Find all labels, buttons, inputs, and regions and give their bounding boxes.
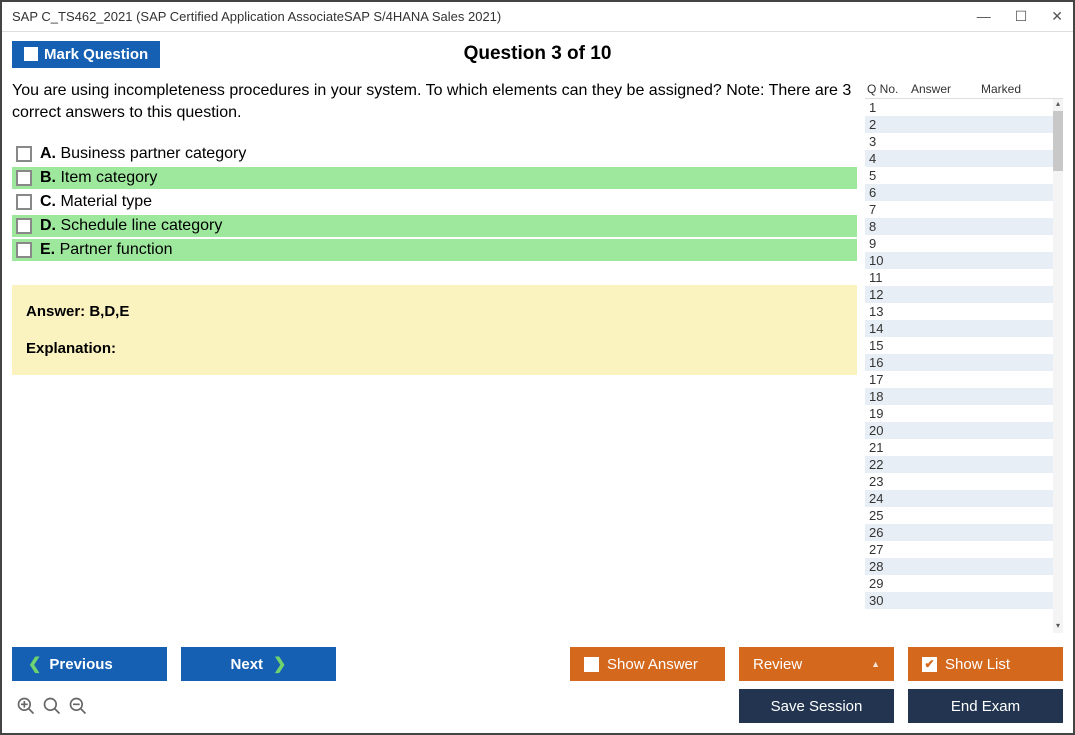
question-row[interactable]: 2 bbox=[865, 116, 1053, 133]
sidebar-list: 1234567891011121314151617181920212223242… bbox=[865, 98, 1063, 633]
question-row[interactable]: 24 bbox=[865, 490, 1053, 507]
checkbox-icon[interactable] bbox=[16, 242, 32, 258]
header-row: Mark Question Question 3 of 10 bbox=[12, 38, 1063, 70]
close-icon[interactable]: ✕ bbox=[1051, 8, 1063, 25]
question-text: You are using incompleteness procedures … bbox=[12, 80, 857, 125]
choice-d[interactable]: D. Schedule line category bbox=[12, 215, 857, 237]
choice-c[interactable]: C. Material type bbox=[12, 191, 857, 213]
explanation-label: Explanation: bbox=[26, 340, 843, 357]
col-answer: Answer bbox=[911, 82, 981, 96]
footer-row-1: ❮ Previous Next ❯ Show Answer Review ▲ ✔… bbox=[12, 647, 1063, 681]
question-row[interactable]: 26 bbox=[865, 524, 1053, 541]
choice-b[interactable]: B. Item category bbox=[12, 167, 857, 189]
checkbox-icon bbox=[584, 657, 599, 672]
review-label: Review bbox=[753, 656, 802, 673]
choice-label: D. Schedule line category bbox=[40, 217, 222, 235]
question-row[interactable]: 22 bbox=[865, 456, 1053, 473]
choice-a[interactable]: A. Business partner category bbox=[12, 143, 857, 165]
col-marked: Marked bbox=[981, 82, 1063, 96]
review-dropdown[interactable]: Review ▲ bbox=[739, 647, 894, 681]
previous-button[interactable]: ❮ Previous bbox=[12, 647, 167, 681]
question-row[interactable]: 27 bbox=[865, 541, 1053, 558]
save-session-button[interactable]: Save Session bbox=[739, 689, 894, 723]
question-row[interactable]: 15 bbox=[865, 337, 1053, 354]
choice-label: A. Business partner category bbox=[40, 145, 246, 163]
checkbox-icon[interactable] bbox=[16, 146, 32, 162]
zoom-out-icon[interactable] bbox=[68, 696, 88, 716]
dropdown-icon: ▲ bbox=[871, 659, 880, 669]
question-row[interactable]: 20 bbox=[865, 422, 1053, 439]
answer-panel: Answer: B,D,E Explanation: bbox=[12, 285, 857, 375]
minimize-icon[interactable]: ― bbox=[977, 8, 991, 25]
show-list-button[interactable]: ✔ Show List bbox=[908, 647, 1063, 681]
end-exam-button[interactable]: End Exam bbox=[908, 689, 1063, 723]
show-list-label: Show List bbox=[945, 656, 1010, 673]
question-row[interactable]: 3 bbox=[865, 133, 1053, 150]
footer-row-2: Save Session End Exam bbox=[12, 689, 1063, 723]
footer: ❮ Previous Next ❯ Show Answer Review ▲ ✔… bbox=[2, 643, 1073, 733]
question-row[interactable]: 11 bbox=[865, 269, 1053, 286]
previous-label: Previous bbox=[49, 656, 112, 673]
question-row[interactable]: 6 bbox=[865, 184, 1053, 201]
question-row[interactable]: 4 bbox=[865, 150, 1053, 167]
question-row[interactable]: 1 bbox=[865, 99, 1053, 116]
next-button[interactable]: Next ❯ bbox=[181, 647, 336, 681]
question-row[interactable]: 25 bbox=[865, 507, 1053, 524]
question-row[interactable]: 17 bbox=[865, 371, 1053, 388]
app-window: SAP C_TS462_2021 (SAP Certified Applicat… bbox=[0, 0, 1075, 735]
checkbox-icon[interactable] bbox=[16, 170, 32, 186]
scroll-up-icon[interactable]: ▴ bbox=[1053, 99, 1063, 111]
scrollbar-thumb[interactable] bbox=[1053, 111, 1063, 171]
question-row[interactable]: 12 bbox=[865, 286, 1053, 303]
main-row: You are using incompleteness procedures … bbox=[12, 80, 1063, 633]
window-controls: ― ☐ ✕ bbox=[977, 8, 1063, 25]
choice-label: B. Item category bbox=[40, 169, 157, 187]
choice-label: C. Material type bbox=[40, 193, 152, 211]
question-row[interactable]: 16 bbox=[865, 354, 1053, 371]
scroll-down-icon[interactable]: ▾ bbox=[1053, 621, 1063, 633]
col-qno: Q No. bbox=[865, 82, 911, 96]
zoom-in-icon[interactable] bbox=[16, 696, 36, 716]
question-row[interactable]: 23 bbox=[865, 473, 1053, 490]
question-row[interactable]: 19 bbox=[865, 405, 1053, 422]
checkbox-icon bbox=[24, 47, 38, 61]
checkbox-icon[interactable] bbox=[16, 218, 32, 234]
maximize-icon[interactable]: ☐ bbox=[1015, 8, 1028, 25]
question-row[interactable]: 18 bbox=[865, 388, 1053, 405]
answer-line: Answer: B,D,E bbox=[26, 303, 843, 320]
scrollbar-track[interactable]: ▴ ▾ bbox=[1053, 99, 1063, 633]
show-answer-label: Show Answer bbox=[607, 656, 698, 673]
question-row[interactable]: 14 bbox=[865, 320, 1053, 337]
sidebar-header: Q No. Answer Marked bbox=[865, 80, 1063, 98]
question-row[interactable]: 13 bbox=[865, 303, 1053, 320]
chevron-right-icon: ❯ bbox=[273, 654, 286, 674]
next-label: Next bbox=[231, 656, 264, 673]
question-row[interactable]: 30 bbox=[865, 592, 1053, 609]
mark-question-label: Mark Question bbox=[44, 46, 148, 63]
question-row[interactable]: 8 bbox=[865, 218, 1053, 235]
window-title: SAP C_TS462_2021 (SAP Certified Applicat… bbox=[12, 9, 501, 24]
zoom-controls bbox=[12, 696, 88, 716]
question-row[interactable]: 28 bbox=[865, 558, 1053, 575]
mark-question-button[interactable]: Mark Question bbox=[12, 41, 160, 68]
choice-e[interactable]: E. Partner function bbox=[12, 239, 857, 261]
body: Mark Question Question 3 of 10 You are u… bbox=[2, 32, 1073, 643]
question-row[interactable]: 10 bbox=[865, 252, 1053, 269]
zoom-reset-icon[interactable] bbox=[42, 696, 62, 716]
sidebar: Q No. Answer Marked 12345678910111213141… bbox=[865, 80, 1063, 633]
titlebar: SAP C_TS462_2021 (SAP Certified Applicat… bbox=[2, 2, 1073, 32]
choice-label: E. Partner function bbox=[40, 241, 173, 259]
question-row[interactable]: 29 bbox=[865, 575, 1053, 592]
question-counter: Question 3 of 10 bbox=[464, 43, 612, 65]
question-row[interactable]: 21 bbox=[865, 439, 1053, 456]
question-row[interactable]: 9 bbox=[865, 235, 1053, 252]
question-column: You are using incompleteness procedures … bbox=[12, 80, 857, 633]
checked-icon: ✔ bbox=[922, 657, 937, 672]
show-answer-button[interactable]: Show Answer bbox=[570, 647, 725, 681]
question-row[interactable]: 5 bbox=[865, 167, 1053, 184]
checkbox-icon[interactable] bbox=[16, 194, 32, 210]
chevron-left-icon: ❮ bbox=[28, 654, 41, 674]
choices-list: A. Business partner category B. Item cate… bbox=[12, 143, 857, 261]
question-row[interactable]: 7 bbox=[865, 201, 1053, 218]
